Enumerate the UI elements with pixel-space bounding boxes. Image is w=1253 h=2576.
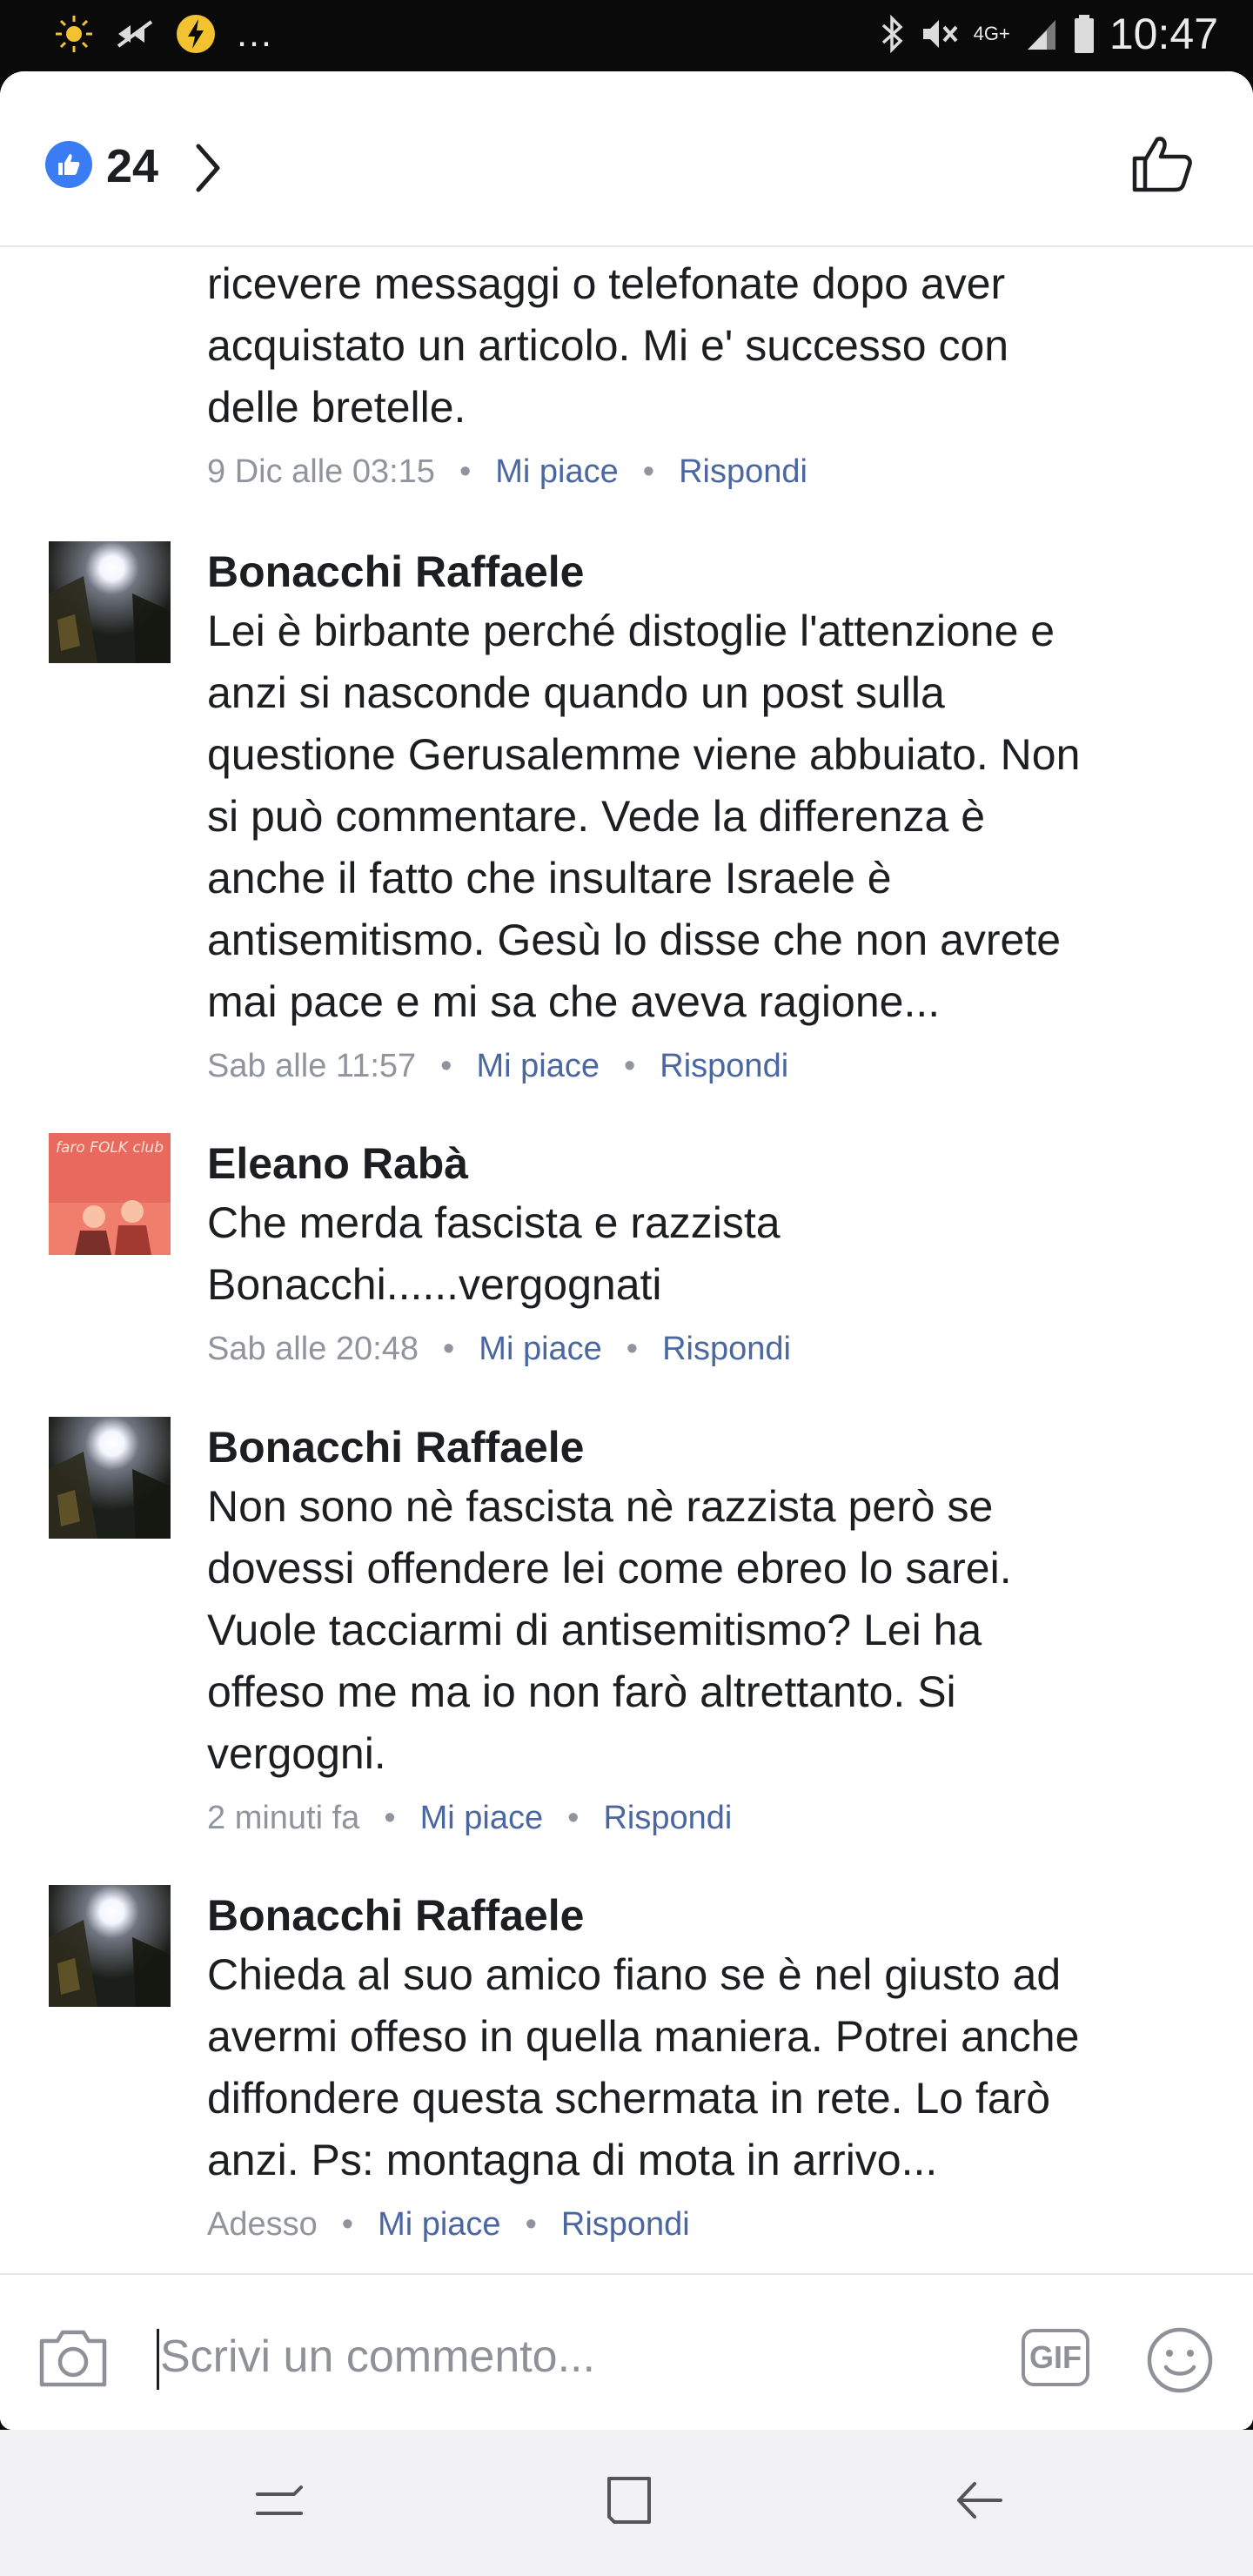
- avatar[interactable]: [49, 1885, 171, 2007]
- comment-text: Non sono nè fascista nè razzista però se…: [207, 1482, 1012, 1778]
- reply-comment-button[interactable]: Rispondi: [603, 1797, 732, 1839]
- separator-dot: •: [623, 1048, 636, 1084]
- comment-composer: Scrivi un commento... GIF: [0, 2273, 1253, 2430]
- gif-button[interactable]: GIF: [1022, 2329, 1089, 2386]
- reply-comment-button[interactable]: Rispondi: [561, 2204, 690, 2245]
- avatar-text: faro FOLK club: [56, 1139, 164, 1157]
- separator-dot: •: [384, 1800, 396, 1836]
- comment-meta: Sab alle 20:48 • Mi piace • Rispondi: [207, 1328, 1208, 1370]
- comment-author[interactable]: Eleano Rabà: [207, 1135, 1208, 1192]
- separator-dot: •: [459, 453, 472, 490]
- system-nav-bar: [0, 2430, 1253, 2576]
- battery-icon: [1074, 15, 1094, 53]
- comment-text: Lei è birbante perché distoglie l'attenz…: [207, 607, 1081, 1026]
- reactions-header: 24: [0, 71, 1253, 247]
- comment-author[interactable]: Bonacchi Raffaele: [207, 543, 1208, 600]
- avatar[interactable]: [49, 541, 171, 663]
- comment-body: Bonacchi Raffaele Lei è birbante perché …: [207, 543, 1208, 1087]
- comment-text: Chieda al suo amico fiano se è nel giust…: [207, 1950, 1080, 2184]
- comment-body: Bonacchi Raffaele Chieda al suo amico fi…: [207, 1887, 1208, 2245]
- avatar[interactable]: faro FOLK club: [49, 1133, 171, 1255]
- text-cursor: [157, 2329, 159, 2390]
- comment-body: Bonacchi Raffaele Non sono nè fascista n…: [207, 1419, 1208, 1839]
- comment-meta: 2 minuti fa • Mi piace • Rispondi: [207, 1797, 1208, 1839]
- separator-dot: •: [525, 2206, 537, 2243]
- charging-icon: [177, 15, 215, 53]
- avatar[interactable]: [49, 1417, 171, 1539]
- comment-list[interactable]: Non ho nulla da nascondere ma detesto ri…: [0, 245, 1253, 2282]
- like-comment-button[interactable]: Mi piace: [420, 1797, 544, 1839]
- clock: 10:47: [1109, 10, 1218, 58]
- chevron-right-icon[interactable]: [193, 143, 223, 193]
- like-post-button[interactable]: [1131, 132, 1194, 195]
- comment-time: 2 minuti fa: [207, 1800, 360, 1836]
- mute-icon: [922, 20, 958, 48]
- comment-meta: 9 Dic alle 03:15 • Mi piace • Rispondi: [207, 451, 1208, 493]
- brightness-icon: [56, 16, 92, 52]
- comment-meta: Adesso • Mi piace • Rispondi: [207, 2204, 1208, 2245]
- separator-dot: •: [567, 1800, 580, 1836]
- comment-meta: Sab alle 11:57 • Mi piace • Rispondi: [207, 1045, 1208, 1087]
- comment-input[interactable]: Scrivi un commento...: [160, 2331, 595, 2383]
- camera-icon[interactable]: [37, 2325, 110, 2392]
- separator-dot: •: [626, 1331, 639, 1367]
- comment-time: Sab alle 11:57: [207, 1048, 417, 1084]
- bluetooth-icon: [881, 15, 903, 53]
- like-comment-button[interactable]: Mi piace: [495, 451, 619, 493]
- thumbs-up-icon: [58, 154, 80, 175]
- separator-dot: •: [642, 453, 655, 490]
- recents-icon[interactable]: [252, 2473, 306, 2527]
- comment-text: Non ho nulla da nascondere ma detesto ri…: [207, 245, 1009, 432]
- comment-time: Adesso: [207, 2206, 318, 2243]
- like-comment-button[interactable]: Mi piace: [378, 2204, 501, 2245]
- comment-author[interactable]: Bonacchi Raffaele: [207, 1887, 1208, 1944]
- home-icon[interactable]: [602, 2473, 656, 2527]
- thumbs-up-outline-icon: [1132, 137, 1192, 192]
- comment-text: Che merda fascista e razzista Bonacchi..…: [207, 1198, 781, 1309]
- signal-icon: [1027, 20, 1055, 50]
- like-comment-button[interactable]: Mi piace: [476, 1045, 600, 1087]
- like-comment-button[interactable]: Mi piace: [479, 1328, 602, 1370]
- separator-dot: •: [442, 1331, 455, 1367]
- like-badge[interactable]: [45, 141, 92, 188]
- network-type: 4G+: [973, 23, 1010, 44]
- comment-time: 9 Dic alle 03:15: [207, 453, 435, 490]
- separator-dot: •: [341, 2206, 354, 2243]
- comment-author[interactable]: Bonacchi Raffaele: [207, 1419, 1208, 1476]
- reply-comment-button[interactable]: Rispondi: [662, 1328, 791, 1370]
- back-icon[interactable]: [952, 2473, 1006, 2527]
- comment-body: Non ho nulla da nascondere ma detesto ri…: [207, 245, 1208, 493]
- comment-body: Eleano Rabà Che merda fascista e razzist…: [207, 1135, 1208, 1370]
- comment-time: Sab alle 20:48: [207, 1331, 419, 1367]
- reply-comment-button[interactable]: Rispondi: [660, 1045, 788, 1087]
- like-count[interactable]: 24: [106, 139, 158, 193]
- separator-dot: •: [440, 1048, 452, 1084]
- data-saver-icon: [117, 20, 153, 48]
- smiley-icon[interactable]: [1145, 2325, 1215, 2395]
- comments-sheet: 24 Non ho nulla da nascondere ma detesto…: [0, 71, 1253, 2430]
- status-bar: … 4G+ 10:47: [0, 0, 1253, 73]
- more-notifications-icon: …: [235, 12, 273, 55]
- reply-comment-button[interactable]: Rispondi: [679, 451, 807, 493]
